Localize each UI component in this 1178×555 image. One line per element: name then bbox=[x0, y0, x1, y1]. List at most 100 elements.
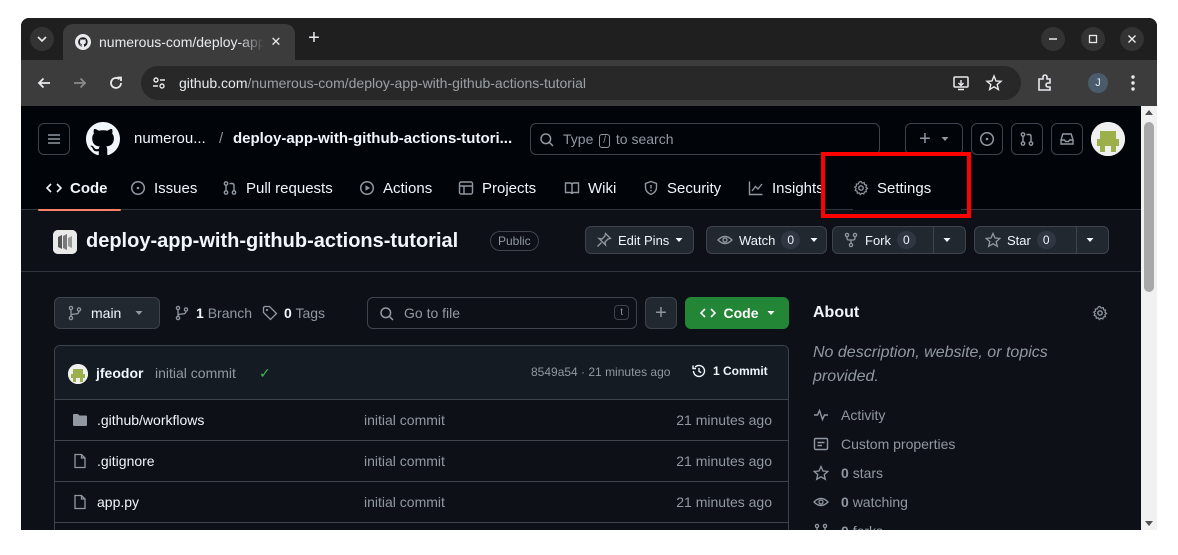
scrollbar-thumb[interactable] bbox=[1144, 122, 1154, 292]
stars-link[interactable]: 0 stars bbox=[813, 465, 883, 481]
fork-count: 0 bbox=[897, 231, 916, 249]
repo-breadcrumb[interactable]: deploy-app-with-github-actions-tutori... bbox=[233, 130, 512, 147]
close-window-button[interactable] bbox=[1120, 27, 1144, 51]
star-segment[interactable]: Star 0 bbox=[975, 227, 1076, 253]
tab-issues[interactable]: Issues bbox=[130, 166, 197, 210]
add-file-button[interactable]: + bbox=[645, 297, 677, 329]
fork-button[interactable]: Fork 0 bbox=[832, 226, 966, 254]
more-menu-icon[interactable] bbox=[1123, 73, 1143, 93]
file-commit-message[interactable]: initial commit bbox=[364, 453, 445, 469]
gear-icon[interactable] bbox=[1092, 305, 1108, 321]
maximize-button[interactable] bbox=[1081, 27, 1105, 51]
star-dropdown[interactable] bbox=[1076, 227, 1103, 253]
folder-icon bbox=[73, 414, 87, 426]
tab-title: numerous-com/deploy-app-with-github-acti… bbox=[99, 34, 264, 50]
issues-button[interactable] bbox=[971, 123, 1003, 155]
search-placeholder: Type / to search bbox=[563, 131, 674, 148]
file-row[interactable]: .gitignore initial commit 21 minutes ago bbox=[55, 441, 788, 482]
forward-button[interactable] bbox=[68, 71, 92, 95]
forks-link[interactable]: 0 forks bbox=[813, 523, 883, 530]
owner-breadcrumb[interactable]: numerou... bbox=[134, 130, 206, 147]
triangle-down-icon bbox=[941, 137, 949, 141]
fork-dropdown[interactable] bbox=[933, 227, 960, 253]
inbox-icon bbox=[1060, 133, 1074, 145]
file-name[interactable]: .gitignore bbox=[97, 453, 155, 469]
extensions-icon[interactable] bbox=[1035, 73, 1055, 93]
pull-request-icon bbox=[1020, 132, 1034, 146]
triangle-down-icon bbox=[1086, 238, 1094, 242]
minimize-button[interactable] bbox=[1041, 27, 1065, 51]
activity-link[interactable]: Activity bbox=[813, 407, 885, 423]
minimize-icon bbox=[1049, 38, 1057, 40]
scroll-up-arrow-icon[interactable] bbox=[1145, 110, 1153, 115]
go-to-file-input[interactable]: Go to file t bbox=[367, 297, 637, 329]
commit-message[interactable]: initial commit bbox=[155, 365, 236, 381]
shield-icon bbox=[644, 180, 658, 196]
branch-select-button[interactable]: main bbox=[54, 297, 160, 329]
menu-button[interactable] bbox=[38, 123, 70, 155]
file-commit-message[interactable]: initial commit bbox=[364, 494, 445, 510]
commit-author[interactable]: jfeodor bbox=[96, 365, 143, 381]
history-icon bbox=[692, 364, 706, 378]
repo-owner-avatar[interactable] bbox=[53, 230, 77, 254]
custom-properties-link[interactable]: Custom properties bbox=[813, 436, 955, 452]
code-download-button[interactable]: Code bbox=[685, 297, 789, 329]
repo-title[interactable]: deploy-app-with-github-actions-tutorial bbox=[86, 230, 458, 253]
file-name[interactable]: .github/workflows bbox=[97, 412, 204, 428]
watch-button[interactable]: Watch 0 bbox=[706, 226, 828, 254]
user-avatar[interactable] bbox=[1091, 122, 1125, 156]
tab-security[interactable]: Security bbox=[643, 166, 721, 210]
url-host: github.com bbox=[179, 75, 248, 91]
tab-wiki[interactable]: Wiki bbox=[564, 166, 616, 210]
check-icon[interactable]: ✓ bbox=[259, 365, 271, 382]
install-app-icon[interactable] bbox=[952, 74, 970, 92]
commits-link[interactable]: 1 Commit bbox=[691, 363, 768, 379]
browser-tab[interactable]: numerous-com/deploy-app-with-github-acti… bbox=[63, 24, 295, 60]
pull-requests-button[interactable] bbox=[1011, 123, 1043, 155]
site-info-icon[interactable] bbox=[151, 75, 167, 91]
commit-author-avatar[interactable] bbox=[68, 364, 88, 384]
file-row[interactable]: app.py initial commit 21 minutes ago bbox=[55, 482, 788, 523]
tab-projects[interactable]: Projects bbox=[458, 166, 536, 210]
tab-pull-requests[interactable]: Pull requests bbox=[222, 166, 333, 210]
file-name[interactable]: app.py bbox=[97, 494, 139, 510]
github-logo-icon[interactable] bbox=[86, 122, 120, 156]
fork-icon bbox=[814, 523, 828, 530]
back-button[interactable] bbox=[32, 71, 56, 95]
star-button[interactable]: Star 0 bbox=[974, 226, 1109, 254]
page-scrollbar[interactable] bbox=[1141, 106, 1157, 530]
edit-pins-segment[interactable]: Edit Pins bbox=[586, 227, 693, 253]
scroll-down-arrow-icon[interactable] bbox=[1145, 521, 1153, 526]
eye-icon bbox=[717, 235, 733, 245]
fork-label: Fork bbox=[865, 232, 891, 248]
file-row[interactable]: .github/workflows initial commit 21 minu… bbox=[55, 400, 788, 441]
tab-code[interactable]: Code bbox=[38, 166, 121, 211]
branches-link[interactable]: 1 Branch bbox=[174, 305, 252, 321]
watching-link[interactable]: 0 watching bbox=[813, 494, 908, 510]
tab-close-icon[interactable]: ✕ bbox=[267, 33, 285, 51]
reload-button[interactable] bbox=[104, 71, 128, 95]
tab-actions[interactable]: Actions bbox=[359, 166, 432, 210]
url-text: github.com/numerous-com/deploy-app-with-… bbox=[179, 75, 586, 91]
tab-insights[interactable]: Insights bbox=[748, 166, 824, 210]
file-commit-message[interactable]: initial commit bbox=[364, 412, 445, 428]
tags-link[interactable]: 0 Tags bbox=[262, 305, 325, 321]
inbox-button[interactable] bbox=[1051, 123, 1083, 155]
watch-segment[interactable]: Watch 0 bbox=[707, 227, 810, 253]
fork-segment[interactable]: Fork 0 bbox=[833, 227, 933, 253]
star-icon bbox=[813, 465, 829, 481]
edit-pins-button[interactable]: Edit Pins bbox=[585, 226, 695, 254]
new-tab-button[interactable]: + bbox=[303, 28, 325, 50]
watch-dropdown[interactable] bbox=[810, 227, 826, 253]
create-new-button[interactable]: + bbox=[905, 123, 963, 155]
commit-hash-time[interactable]: 8549a54 · 21 minutes ago bbox=[531, 365, 670, 379]
bookmark-star-icon[interactable] bbox=[985, 74, 1003, 92]
search-input[interactable]: Type / to search bbox=[530, 123, 880, 155]
tab-search-button[interactable] bbox=[30, 27, 54, 51]
address-bar[interactable]: github.com/numerous-com/deploy-app-with-… bbox=[141, 66, 1021, 100]
watching-label: watching bbox=[852, 494, 908, 510]
star-icon bbox=[985, 232, 1001, 248]
profile-avatar[interactable]: J bbox=[1088, 73, 1108, 93]
about-description: No description, website, or topics provi… bbox=[813, 344, 1048, 385]
reload-icon bbox=[110, 76, 122, 89]
